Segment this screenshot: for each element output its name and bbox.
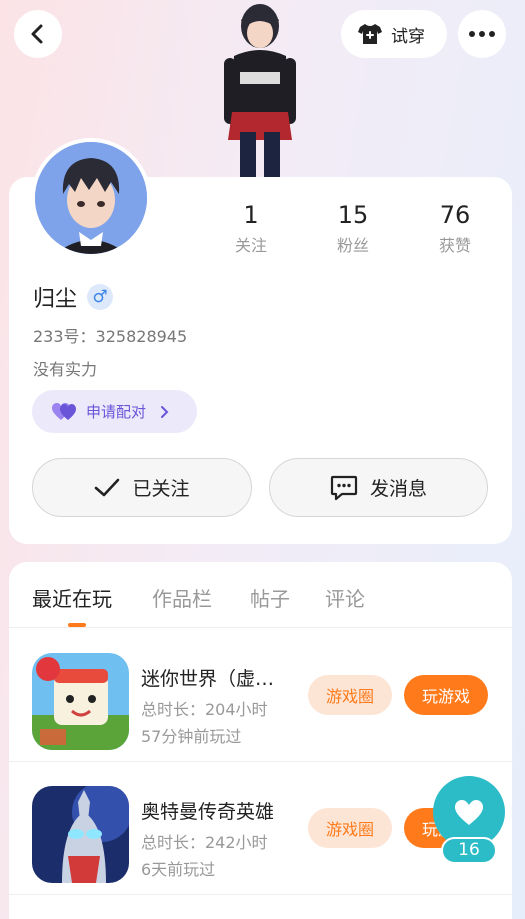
user-id: 233号：325828945 — [33, 327, 188, 346]
more-button[interactable] — [458, 10, 506, 58]
double-heart-icon — [52, 402, 76, 420]
name-row: 归尘 ♂ — [33, 281, 114, 313]
followed-button[interactable]: 已关注 — [32, 458, 252, 517]
send-message-label: 发消息 — [369, 478, 427, 500]
tshirt-plus-icon — [358, 24, 382, 44]
stat-following-label: 关注 — [234, 236, 267, 255]
game-last-played: 6天前玩过 — [141, 860, 216, 879]
game-icon-mini-world — [32, 653, 129, 750]
tab-recently-played[interactable]: 最近在玩 — [32, 583, 112, 612]
game-duration: 总时长：204小时 — [141, 700, 268, 719]
tab-bar: 最近在玩 作品栏 帖子 评论 — [9, 562, 512, 628]
heart-icon — [455, 799, 483, 825]
game-row[interactable]: 迷你世界（虚… 总时长：204小时 57分钟前玩过 游戏圈 玩游戏 — [9, 629, 512, 762]
game-title: 奥特曼传奇英雄 — [141, 801, 275, 823]
game-circle-button[interactable]: 游戏圈 — [308, 675, 392, 715]
avatar-3d-figure — [210, 0, 310, 178]
stat-fans-value: 15 — [337, 201, 369, 229]
user-bio: 没有实力 — [33, 360, 98, 379]
more-dots-icon — [469, 31, 495, 37]
stat-likes[interactable]: 76 获赞 — [404, 200, 506, 260]
floating-like-button[interactable]: 16 — [432, 776, 506, 866]
play-game-button[interactable]: 玩游戏 — [404, 675, 488, 715]
tryon-label: 试穿 — [391, 26, 425, 47]
game-title: 迷你世界（虚… — [141, 668, 275, 690]
user-name: 归尘 — [33, 287, 78, 312]
like-count: 16 — [441, 837, 497, 864]
avatar[interactable] — [31, 138, 151, 258]
chat-bubble-icon — [330, 475, 358, 500]
game-duration: 总时长：242小时 — [141, 833, 268, 852]
check-icon — [95, 478, 120, 496]
stat-likes-value: 76 — [439, 201, 471, 229]
followed-label: 已关注 — [132, 478, 190, 500]
gender-male-icon: ♂ — [87, 284, 114, 310]
pair-request-button[interactable]: 申请配对 — [32, 390, 197, 433]
profile-stats: 1 关注 15 粉丝 76 获赞 — [200, 200, 506, 260]
game-last-played: 57分钟前玩过 — [141, 727, 242, 746]
stat-following[interactable]: 1 关注 — [200, 200, 302, 260]
send-message-button[interactable]: 发消息 — [269, 458, 488, 517]
stat-likes-label: 获赞 — [438, 236, 471, 255]
tab-works[interactable]: 作品栏 — [152, 583, 212, 612]
tab-indicator — [68, 623, 86, 627]
stat-fans-label: 粉丝 — [336, 236, 369, 255]
back-button[interactable] — [14, 10, 62, 58]
chevron-right-icon — [161, 405, 169, 418]
stat-following-value: 1 — [243, 201, 259, 229]
tab-comments[interactable]: 评论 — [325, 583, 365, 612]
pair-request-label: 申请配对 — [86, 403, 147, 421]
chevron-left-icon — [31, 24, 43, 44]
top-bar: 试穿 — [0, 0, 525, 178]
tryon-button[interactable]: 试穿 — [341, 10, 447, 58]
tab-posts[interactable]: 帖子 — [250, 583, 290, 612]
stat-fans[interactable]: 15 粉丝 — [302, 200, 404, 260]
game-circle-button[interactable]: 游戏圈 — [308, 808, 392, 848]
game-icon-ultraman — [32, 786, 129, 883]
